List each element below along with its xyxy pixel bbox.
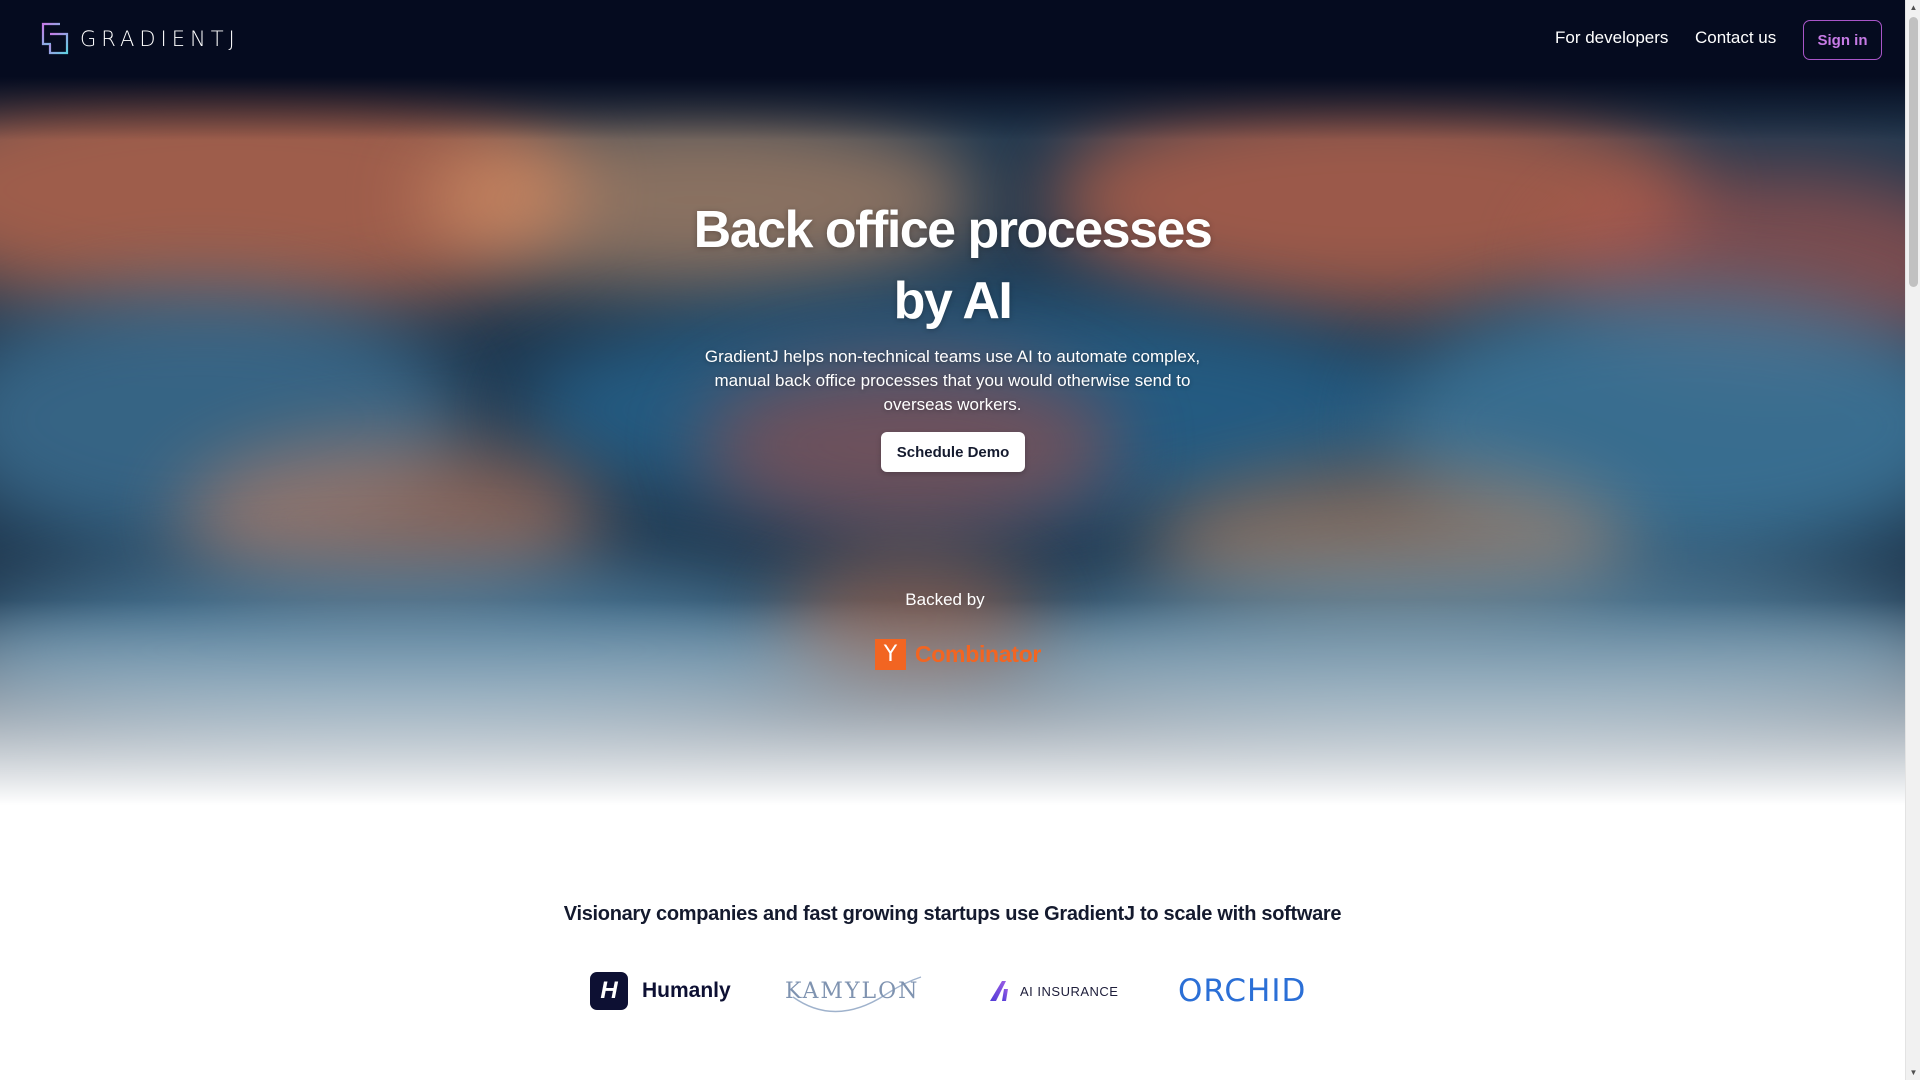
top-nav: GRADIENTJ For developers Contact us Sign… [0, 0, 1905, 80]
nav-link-contact-us[interactable]: Contact us [1695, 28, 1776, 48]
hero-title-line-1: Back office processes [693, 201, 1213, 259]
orchid-name: ORCHID [1178, 973, 1307, 1009]
page: GRADIENTJ For developers Contact us Sign… [0, 0, 1905, 1080]
brand-logo[interactable]: GRADIENTJ [40, 22, 240, 55]
backed-by-label: Backed by [905, 590, 985, 609]
scroll-up-arrow-icon[interactable]: ▲ [1906, 0, 1920, 15]
humanly-name: Humanly [642, 979, 731, 1002]
hero-title: Back office processes by AI [660, 195, 1245, 337]
customers-heading: Visionary companies and fast growing sta… [563, 903, 1342, 925]
hero-subtitle: GradientJ helps non-technical teams use … [704, 347, 1201, 414]
scroll-down-arrow-icon[interactable]: ▼ [1906, 1065, 1920, 1080]
ai-insurance-mark-icon [990, 981, 1008, 1001]
hero-title-line-2: by AI [893, 272, 1013, 330]
schedule-demo-button[interactable]: Schedule Demo [881, 432, 1025, 472]
customer-logos: H Humanly KAMYLON AI INSURANCE ORCHID [590, 965, 1320, 1017]
y-combinator-logo: Y Combinator [875, 639, 1041, 670]
kamylon-logo: KAMYLON [785, 965, 922, 1017]
nav-link-for-developers[interactable]: For developers [1555, 28, 1668, 48]
humanly-mark-icon: H [590, 972, 628, 1010]
sign-in-button[interactable]: Sign in [1803, 20, 1882, 60]
ai-insurance-logo: AI INSURANCE [988, 965, 1118, 1017]
orchid-logo: ORCHID [1178, 965, 1306, 1017]
kamylon-name: KAMYLON [785, 978, 920, 1004]
y-combinator-name: Combinator [915, 641, 1042, 667]
scrollbar-thumb[interactable] [1909, 17, 1918, 287]
logo-text: GRADIENTJ [80, 26, 240, 51]
gradientj-logo-icon [41, 22, 69, 55]
humanly-logo: H Humanly [590, 965, 731, 1017]
y-combinator-mark-icon: Y [875, 639, 906, 670]
ai-insurance-name: AI INSURANCE [1020, 983, 1119, 999]
vertical-scrollbar[interactable]: ▲ ▼ [1905, 0, 1920, 1080]
